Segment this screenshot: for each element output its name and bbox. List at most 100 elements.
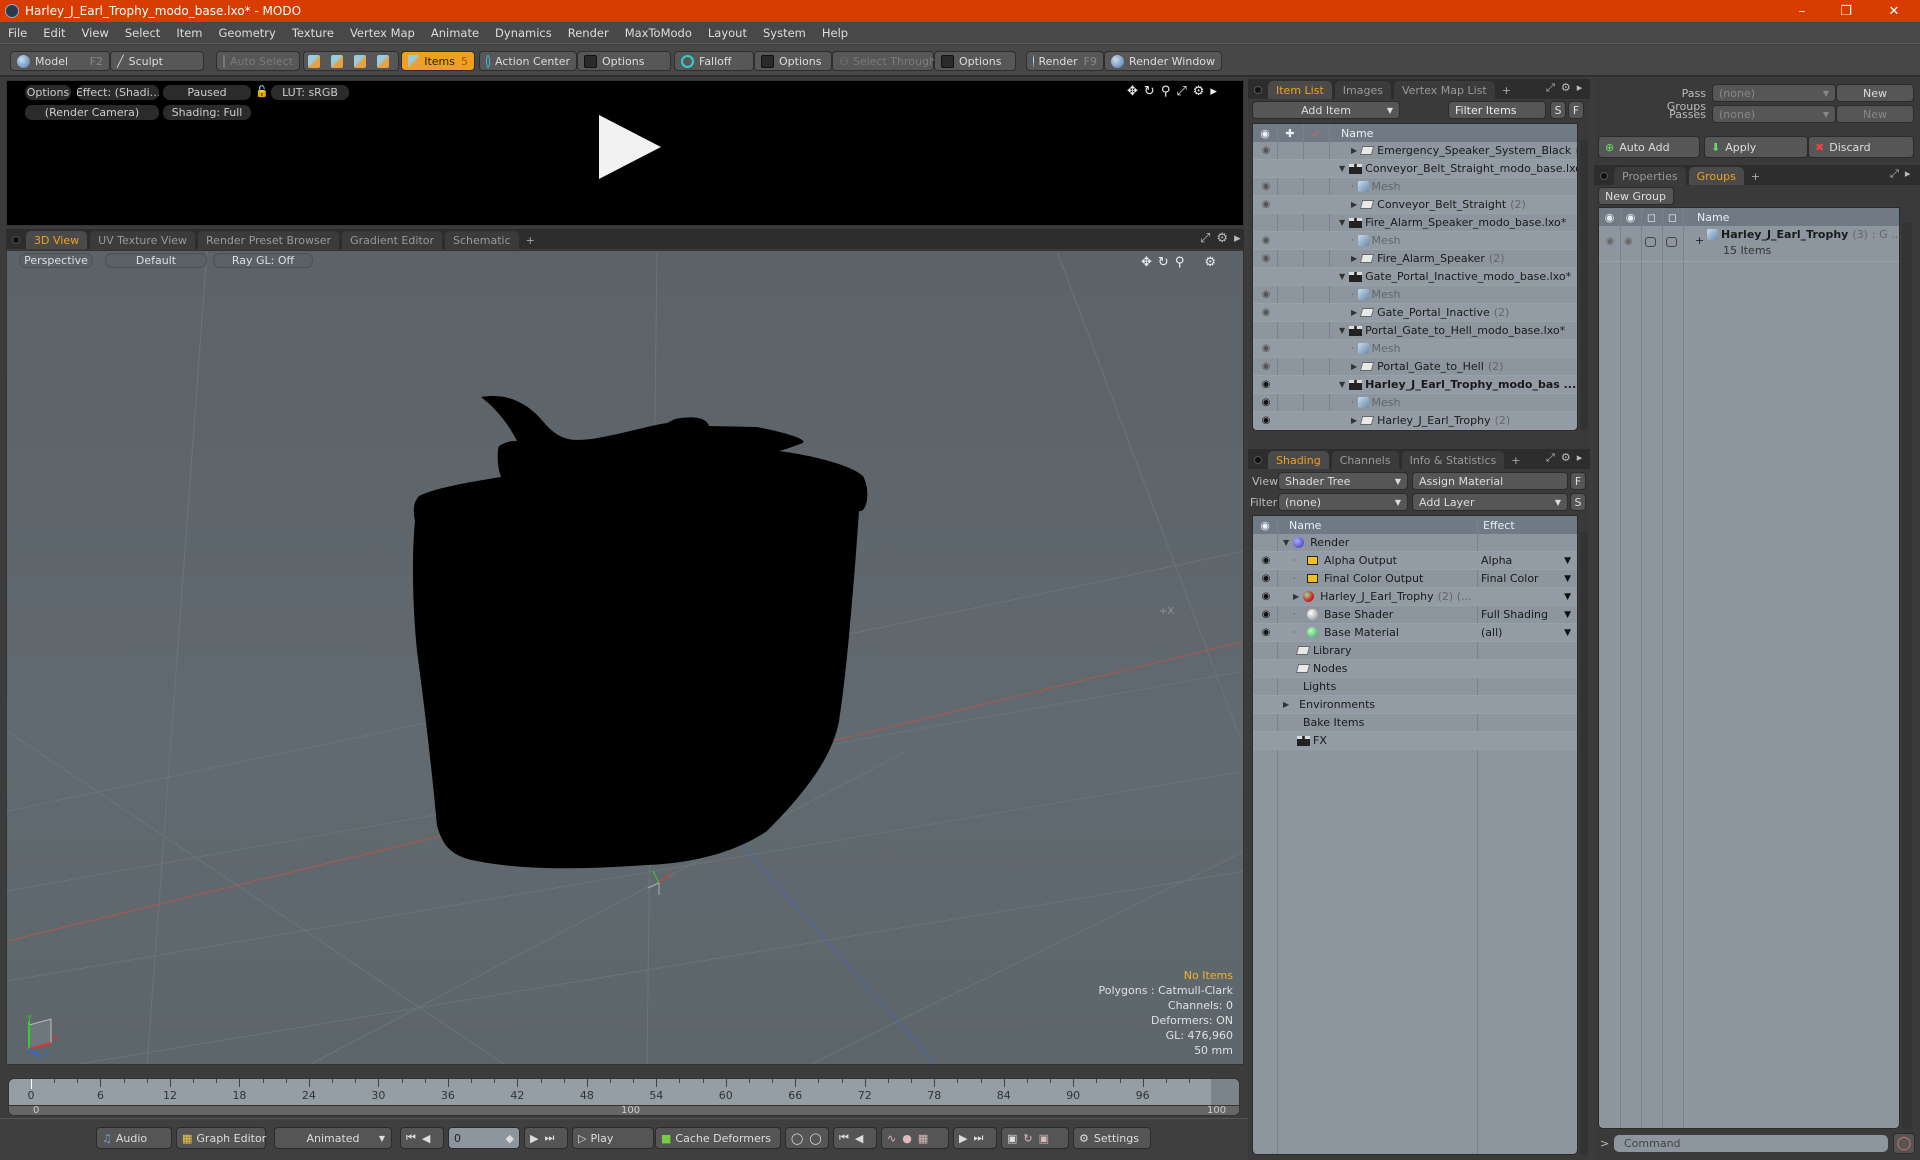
- item-list-row[interactable]: ▼ Gate_Portal_Inactive_modo_base.lxo*: [1253, 268, 1577, 286]
- shader-view-dropdown[interactable]: Shader Tree ▼: [1278, 472, 1408, 490]
- zoom-icon[interactable]: ⚲: [1161, 84, 1171, 99]
- expand-arrow-icon[interactable]: ▸: [1210, 84, 1217, 99]
- new-pass-group-button[interactable]: New: [1836, 84, 1914, 102]
- eye-icon[interactable]: ◉: [1259, 591, 1273, 602]
- eye-icon[interactable]: ◉: [1259, 415, 1273, 426]
- expand-arrow-icon[interactable]: ▸: [1577, 81, 1583, 95]
- prev-keyframe-icon[interactable]: ⏮: [839, 1131, 849, 1145]
- sculpt-mode-button[interactable]: ╱ Sculpt: [110, 51, 204, 71]
- visibility-column-icon[interactable]: ◉: [1599, 211, 1620, 224]
- eye-icon[interactable]: ◉: [1603, 236, 1617, 247]
- expand-right-icon[interactable]: ▶: [1351, 362, 1357, 371]
- eye-icon[interactable]: ◉: [1259, 145, 1273, 156]
- render-window-button[interactable]: Render Window: [1104, 51, 1223, 71]
- assign-material-button[interactable]: Assign Material: [1412, 472, 1568, 490]
- tab-properties[interactable]: Properties: [1614, 167, 1686, 185]
- polygons-mode-icon[interactable]: [354, 54, 366, 68]
- tab-item-list[interactable]: Item List: [1268, 81, 1332, 99]
- item-list-row[interactable]: ◉ ▶ Portal_Gate_to_Hell (2): [1253, 358, 1577, 376]
- eye-icon[interactable]: ◉: [1259, 343, 1273, 354]
- eye-icon[interactable]: ◉: [1259, 379, 1273, 390]
- unlock-icon[interactable]: 🔓: [255, 85, 269, 98]
- menu-select[interactable]: Select: [117, 26, 168, 40]
- maximize-icon[interactable]: ⤢: [1890, 167, 1899, 181]
- expand-plus-icon[interactable]: +: [1695, 234, 1704, 247]
- falloff-button[interactable]: Falloff: [674, 51, 754, 71]
- passes-dropdown[interactable]: (none) ▼: [1712, 105, 1836, 123]
- shader-tree-row[interactable]: Lights: [1253, 678, 1577, 696]
- effect-dropdown-arrow[interactable]: ▼: [1564, 574, 1571, 584]
- expand-down-icon[interactable]: ▼: [1339, 380, 1345, 389]
- tab-images[interactable]: Images: [1334, 81, 1391, 99]
- menu-texture[interactable]: Texture: [284, 26, 342, 40]
- tab-channels[interactable]: Channels: [1331, 451, 1399, 469]
- tab-gradient-editor[interactable]: Gradient Editor: [342, 231, 442, 249]
- maximize-icon[interactable]: ⤢: [1546, 451, 1555, 465]
- expand-right-icon[interactable]: ▶: [1351, 416, 1357, 425]
- audio-button[interactable]: ♫ Audio: [96, 1127, 172, 1149]
- eye-icon[interactable]: ◉: [1259, 289, 1273, 300]
- menu-help[interactable]: Help: [814, 26, 856, 40]
- settings-button[interactable]: ⚙ Settings: [1073, 1127, 1151, 1149]
- shader-tree-row[interactable]: Library: [1253, 642, 1577, 660]
- prev-key-icon[interactable]: ◀: [422, 1132, 430, 1145]
- key-item-icon[interactable]: ▣: [1007, 1132, 1017, 1145]
- animation-mode-dropdown[interactable]: Animated ▼: [274, 1127, 392, 1149]
- tab-schematic[interactable]: Schematic: [445, 231, 519, 249]
- auto-key-icon[interactable]: ∿: [887, 1132, 896, 1145]
- 3d-viewport[interactable]: +X Perspective Default Ray GL: Off ✥ ↻ ⚲…: [6, 250, 1244, 1065]
- step-forward-icon[interactable]: ▶: [959, 1132, 967, 1145]
- record-macro-button[interactable]: ◯: [1893, 1133, 1915, 1154]
- expand-right-icon[interactable]: ▶: [1351, 254, 1357, 263]
- item-list-s-button[interactable]: S: [1550, 101, 1566, 119]
- maximize-icon[interactable]: ⤢: [1200, 231, 1210, 246]
- next-key-icon[interactable]: ▶: [530, 1132, 538, 1145]
- falloff-options-button[interactable]: Options: [754, 51, 832, 71]
- item-list-row[interactable]: ◉ · Mesh: [1253, 394, 1577, 412]
- render-toggle-icon[interactable]: ◉: [1624, 236, 1633, 247]
- item-list-row[interactable]: ◉ · Mesh: [1253, 178, 1577, 196]
- edges-mode-icon[interactable]: [331, 54, 343, 68]
- gear-icon[interactable]: ⚙: [1216, 231, 1228, 246]
- tab-info-statistics[interactable]: Info & Statistics: [1401, 451, 1505, 469]
- item-list-row[interactable]: ◉ ▶ Conveyor_Belt_Straight (2): [1253, 196, 1577, 214]
- expand-down-icon[interactable]: ▼: [1339, 272, 1345, 281]
- eye-icon[interactable]: ◉: [1259, 199, 1273, 210]
- item-list-f-button[interactable]: F: [1568, 101, 1584, 119]
- expand-down-icon[interactable]: ▼: [1339, 164, 1345, 173]
- lock-column-icon[interactable]: ✚: [1277, 127, 1303, 140]
- model-mode-button[interactable]: Model F2: [10, 51, 110, 71]
- command-input[interactable]: Command: [1614, 1135, 1888, 1152]
- upload-keys-icon[interactable]: ◯: [791, 1132, 803, 1145]
- item-list-scrollbar[interactable]: [1580, 139, 1588, 431]
- group-row[interactable]: ◉ ◉ + Harley_J_Earl_Trophy (3): G ... 15 Item…: [1599, 226, 1899, 262]
- eye-icon[interactable]: ◉: [1259, 253, 1273, 264]
- render-button[interactable]: Render F9: [1026, 51, 1104, 71]
- menu-vertex-map[interactable]: Vertex Map: [342, 26, 423, 40]
- action-center-options-button[interactable]: Options: [577, 51, 671, 71]
- action-center-button[interactable]: Action Center: [479, 51, 577, 71]
- frame-stepper-icon[interactable]: ◆: [506, 1132, 514, 1145]
- timeline-range-bar[interactable]: 0 100 100: [9, 1105, 1239, 1115]
- menu-maxtomodo[interactable]: MaxToModo: [617, 26, 700, 40]
- add-tab-button[interactable]: +: [1747, 167, 1764, 185]
- expand-arrow-icon[interactable]: ▸: [1577, 451, 1583, 465]
- play-button[interactable]: ▷ Play: [572, 1127, 654, 1149]
- effect-dropdown-arrow[interactable]: ▼: [1564, 592, 1571, 602]
- minimize-button[interactable]: –: [1782, 0, 1822, 22]
- new-pass-button[interactable]: New: [1836, 105, 1914, 123]
- expand-down-icon[interactable]: ▼: [1339, 218, 1345, 227]
- tab-groups[interactable]: Groups: [1688, 167, 1744, 185]
- shader-filter-dropdown[interactable]: (none) ▼: [1278, 493, 1408, 511]
- menu-animate[interactable]: Animate: [423, 26, 487, 40]
- tab-render-preset-browser[interactable]: Render Preset Browser: [198, 231, 340, 249]
- shading-dropdown[interactable]: Shading: Full: [163, 105, 251, 120]
- item-list-row[interactable]: ◉ ▶ Harley_J_Earl_Trophy (2): [1253, 412, 1577, 430]
- key-channels-icon[interactable]: ▦: [918, 1132, 928, 1145]
- shader-tree-row[interactable]: ◉ · Alpha Output Alpha ▼: [1253, 552, 1577, 570]
- menu-layout[interactable]: Layout: [700, 26, 755, 40]
- gear-icon[interactable]: ⚙: [1193, 84, 1205, 99]
- groups-scrollbar[interactable]: [1902, 223, 1912, 1129]
- auto-select-button[interactable]: Auto Select: [216, 51, 300, 71]
- eye-icon[interactable]: ◉: [1259, 361, 1273, 372]
